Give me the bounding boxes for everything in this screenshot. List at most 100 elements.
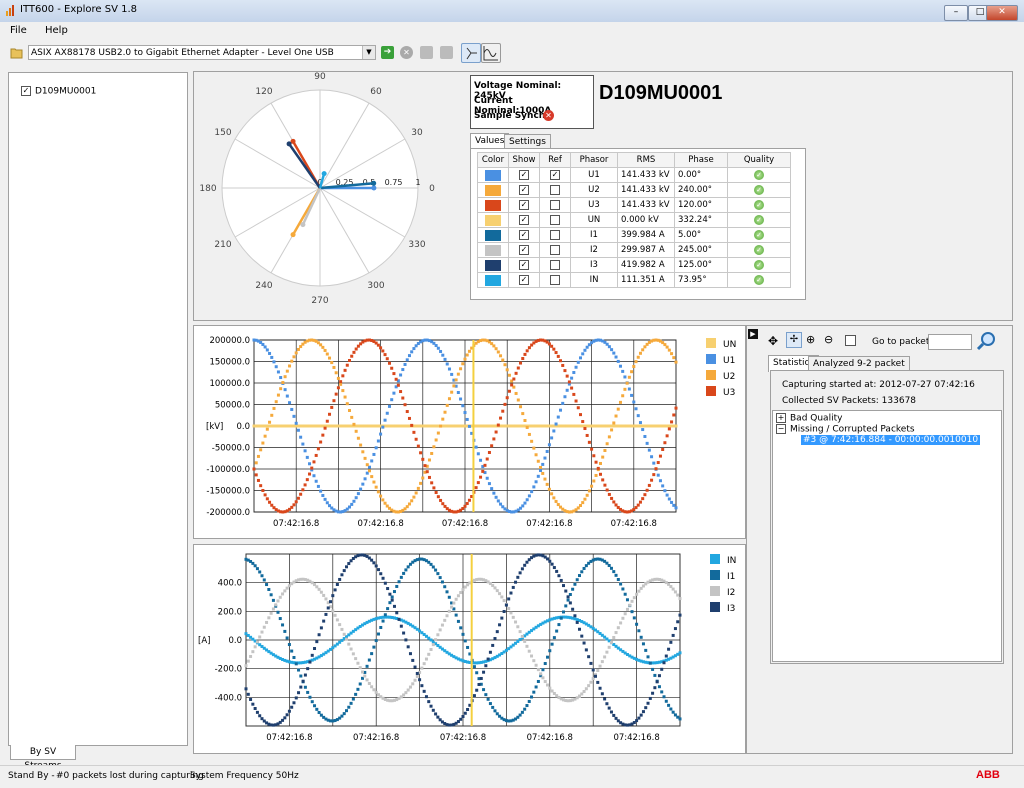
data-point bbox=[612, 421, 616, 425]
data-point bbox=[669, 707, 673, 711]
table-row[interactable]: ✓ I1 399.984 A 5.00° ✓ bbox=[477, 227, 791, 243]
menu-file[interactable]: File bbox=[10, 25, 27, 36]
table-row[interactable]: ✓ I3 419.982 A 125.00° ✓ bbox=[477, 257, 791, 273]
stop-icon[interactable]: ✕ bbox=[400, 46, 413, 59]
table-row[interactable]: ✓ ✓ U1 141.433 kV 0.00° ✓ bbox=[477, 167, 791, 183]
tree-entry-selected[interactable]: #3 @ 7:42:16.884 - 00:00:00.0010010 bbox=[801, 435, 981, 445]
color-swatch[interactable] bbox=[485, 184, 501, 196]
color-swatch[interactable] bbox=[485, 229, 501, 241]
data-point bbox=[258, 714, 262, 718]
ref-checkbox[interactable] bbox=[550, 275, 560, 285]
zoom-out-icon[interactable]: ⊖ bbox=[824, 333, 833, 346]
data-point bbox=[527, 346, 531, 350]
color-swatch[interactable] bbox=[485, 259, 501, 271]
data-point bbox=[527, 494, 531, 498]
data-point bbox=[519, 405, 523, 409]
data-point bbox=[639, 713, 643, 717]
show-checkbox[interactable]: ✓ bbox=[519, 245, 529, 255]
color-swatch[interactable] bbox=[485, 169, 501, 181]
color-swatch[interactable] bbox=[485, 274, 501, 286]
close-button[interactable]: ✕ bbox=[986, 5, 1018, 21]
adapter-select[interactable]: ASIX AX88178 USB2.0 to Gigabit Ethernet … bbox=[28, 45, 376, 60]
data-point bbox=[414, 491, 418, 495]
data-point bbox=[516, 625, 520, 629]
tree-node-missing[interactable]: − Missing / Corrupted Packets bbox=[776, 424, 915, 435]
data-point bbox=[554, 422, 558, 426]
expand-icon[interactable]: + bbox=[776, 413, 786, 423]
search-icon[interactable] bbox=[976, 331, 996, 351]
stream-item[interactable]: ✓ D109MU0001 bbox=[21, 86, 96, 97]
tab-by-sv-streams[interactable]: By SV Streams bbox=[10, 745, 76, 771]
data-point bbox=[499, 354, 503, 358]
table-row[interactable]: ✓ I2 299.987 A 245.00° ✓ bbox=[477, 242, 791, 258]
collapse-icon[interactable]: − bbox=[776, 424, 786, 434]
data-point bbox=[507, 607, 511, 611]
open-folder-icon[interactable] bbox=[10, 46, 23, 59]
ref-checkbox[interactable] bbox=[550, 185, 560, 195]
data-point bbox=[589, 680, 593, 684]
show-checkbox[interactable]: ✓ bbox=[519, 170, 529, 180]
color-swatch[interactable] bbox=[485, 244, 501, 256]
y-tick-label: -400.0 bbox=[215, 693, 242, 703]
data-point bbox=[652, 473, 656, 477]
select-icon[interactable]: ✢ bbox=[786, 332, 802, 348]
data-point bbox=[408, 652, 412, 656]
col-show: Show bbox=[508, 152, 540, 168]
data-point bbox=[494, 495, 498, 499]
data-point bbox=[670, 352, 674, 356]
color-swatch[interactable] bbox=[485, 214, 501, 226]
tree-node-bad-quality[interactable]: + Bad Quality bbox=[776, 413, 842, 424]
data-point bbox=[619, 621, 623, 625]
save-icon[interactable] bbox=[420, 46, 433, 59]
table-row[interactable]: ✓ U3 141.433 kV 120.00° ✓ bbox=[477, 197, 791, 213]
data-point bbox=[312, 460, 316, 464]
data-point bbox=[269, 593, 273, 597]
ref-checkbox[interactable] bbox=[550, 260, 560, 270]
table-row[interactable]: ✓ U2 141.433 kV 240.00° ✓ bbox=[477, 182, 791, 198]
color-swatch[interactable] bbox=[485, 199, 501, 211]
phase-value: 245.00° bbox=[678, 245, 712, 255]
zoom-in-icon[interactable]: ⊕ bbox=[806, 333, 815, 346]
zoom-fit-icon[interactable] bbox=[845, 335, 856, 346]
show-checkbox[interactable]: ✓ bbox=[519, 260, 529, 270]
table-row[interactable]: ✓ UN 0.000 kV 332.24° ✓ bbox=[477, 212, 791, 228]
data-point bbox=[621, 616, 625, 620]
waveform-view-icon[interactable] bbox=[481, 43, 501, 63]
table-row[interactable]: ✓ IN 111.351 A 73.95° ✓ bbox=[477, 272, 791, 288]
goto-packet-input[interactable] bbox=[928, 334, 972, 350]
show-checkbox[interactable]: ✓ bbox=[519, 230, 529, 240]
data-point bbox=[365, 664, 369, 668]
phasor-view-icon[interactable] bbox=[461, 43, 481, 63]
data-point bbox=[339, 380, 343, 384]
stream-checkbox[interactable]: ✓ bbox=[21, 86, 31, 96]
status-lost: #0 packets lost during capturing bbox=[56, 771, 204, 781]
data-point bbox=[292, 656, 296, 660]
data-point bbox=[374, 639, 378, 643]
data-point bbox=[578, 356, 582, 360]
data-point bbox=[612, 500, 616, 504]
show-checkbox[interactable]: ✓ bbox=[519, 200, 529, 210]
show-checkbox[interactable]: ✓ bbox=[519, 275, 529, 285]
ref-checkbox[interactable] bbox=[550, 245, 560, 255]
data-point bbox=[514, 391, 518, 395]
ref-checkbox[interactable] bbox=[550, 200, 560, 210]
ref-checkbox[interactable]: ✓ bbox=[550, 170, 560, 180]
minimize-button[interactable]: – bbox=[944, 5, 968, 21]
menu-help[interactable]: Help bbox=[45, 25, 68, 36]
ref-checkbox[interactable] bbox=[550, 230, 560, 240]
pan-icon[interactable]: ✥ bbox=[768, 334, 778, 348]
data-point bbox=[299, 435, 303, 439]
data-point bbox=[486, 697, 490, 701]
data-point bbox=[423, 464, 427, 468]
start-capture-icon[interactable]: ➔ bbox=[381, 46, 394, 59]
data-point bbox=[386, 607, 390, 611]
show-checkbox[interactable]: ✓ bbox=[519, 215, 529, 225]
show-checkbox[interactable]: ✓ bbox=[519, 185, 529, 195]
data-point bbox=[431, 708, 435, 712]
data-point bbox=[570, 386, 574, 390]
export-icon[interactable] bbox=[440, 46, 453, 59]
phase-value: 332.24° bbox=[678, 215, 712, 225]
collapse-arrow-icon[interactable]: ▶ bbox=[748, 329, 758, 339]
data-point bbox=[374, 446, 378, 450]
ref-checkbox[interactable] bbox=[550, 215, 560, 225]
